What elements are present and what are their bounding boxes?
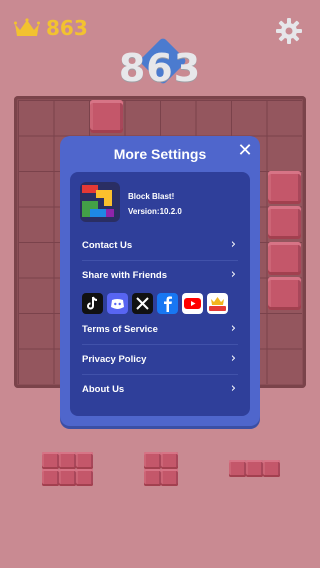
app-logo — [80, 182, 120, 222]
app-version: Version:10.2.0 — [128, 207, 182, 216]
board-tile — [90, 100, 123, 133]
share-with-friends-item[interactable]: Share with Friends › — [82, 264, 238, 288]
board-tile — [268, 242, 301, 275]
current-score: 863 — [118, 46, 202, 90]
divider — [82, 344, 238, 345]
facebook-icon[interactable] — [157, 293, 178, 314]
chevron-right-icon: › — [230, 321, 236, 336]
menu-label: Privacy Policy — [82, 354, 147, 365]
contact-us-item[interactable]: Contact Us › — [82, 234, 238, 258]
piece-tray — [0, 450, 320, 490]
app-name: Block Blast! — [128, 192, 175, 201]
board-tile — [268, 277, 301, 310]
board-tile — [268, 206, 301, 239]
chevron-right-icon: › — [230, 351, 236, 366]
dialog-title: More Settings — [113, 146, 207, 162]
menu-label: Contact Us — [82, 240, 133, 251]
more-settings-dialog: More Settings ✕ Block Blast! Version:10.… — [60, 136, 260, 426]
divider — [82, 260, 238, 261]
discord-icon[interactable] — [107, 293, 128, 314]
menu-label: Share with Friends — [82, 270, 167, 281]
crown-icon — [14, 18, 40, 36]
youtube-icon[interactable] — [182, 293, 203, 314]
chevron-right-icon: › — [230, 381, 236, 396]
privacy-policy-item[interactable]: Privacy Policy › — [82, 348, 238, 372]
menu-label: Terms of Service — [82, 324, 158, 335]
score-display: 863 — [118, 36, 202, 96]
board-tile — [268, 171, 301, 204]
best-score: 863 — [46, 16, 88, 40]
about-us-item[interactable]: About Us › — [82, 378, 238, 402]
divider — [82, 374, 238, 375]
chevron-right-icon: › — [230, 267, 236, 282]
menu-label: About Us — [82, 384, 125, 395]
settings-panel: Block Blast! Version:10.2.0 Contact Us ›… — [70, 172, 250, 416]
official-icon[interactable] — [207, 293, 228, 314]
gear-icon[interactable] — [276, 18, 302, 44]
terms-of-service-item[interactable]: Terms of Service › — [82, 318, 238, 342]
close-icon[interactable]: ✕ — [236, 142, 254, 160]
x-icon[interactable] — [132, 293, 153, 314]
tiktok-icon[interactable] — [82, 293, 103, 314]
chevron-right-icon: › — [230, 237, 236, 252]
